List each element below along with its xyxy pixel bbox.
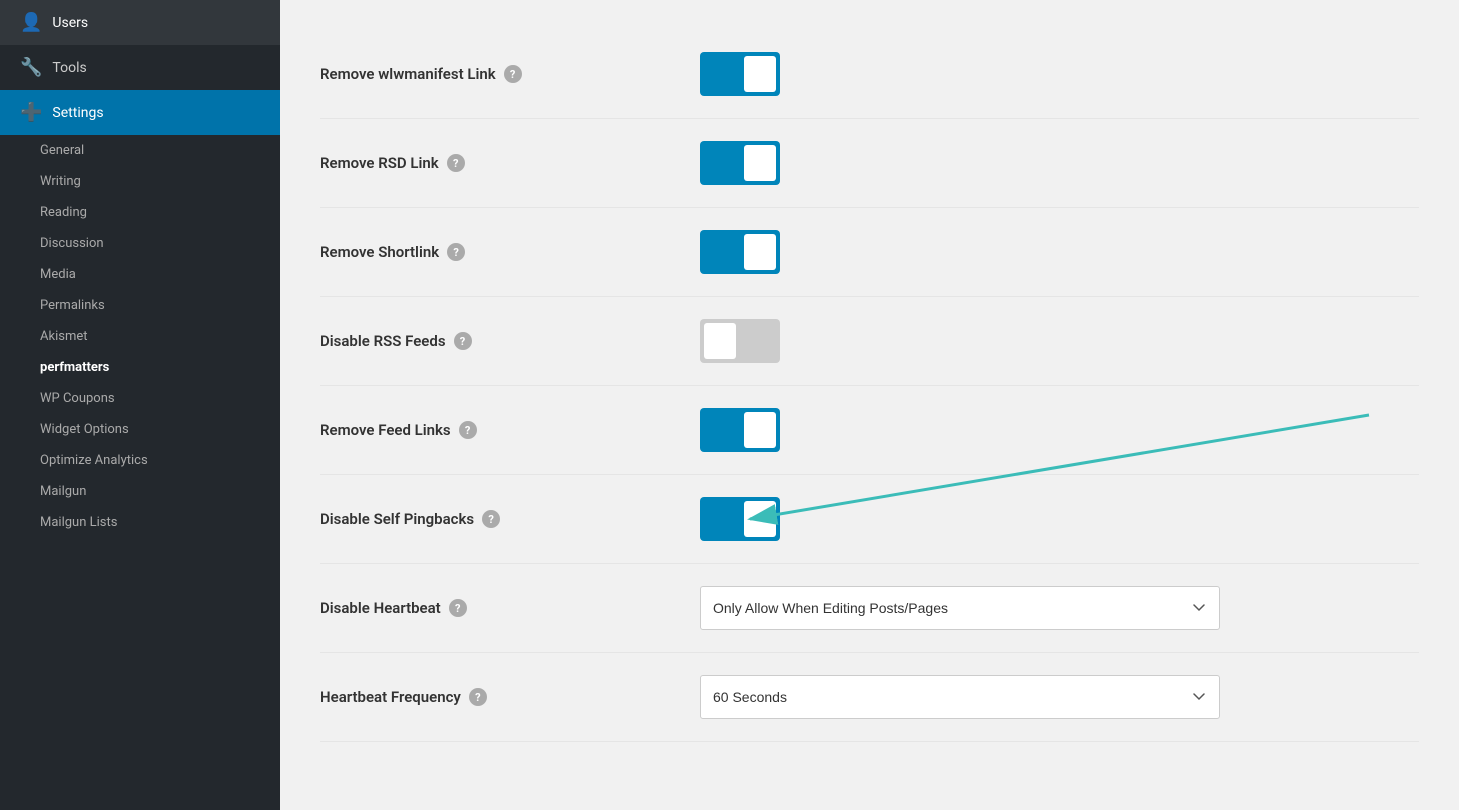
select-heartbeat-frequency[interactable]: 15 Seconds30 Seconds45 Seconds60 Seconds…	[700, 675, 1220, 719]
sidebar-sub-item-mailgun[interactable]: Mailgun	[0, 476, 280, 507]
help-icon-remove-shortlink[interactable]: ?	[447, 243, 465, 261]
sidebar-sub-item-discussion[interactable]: Discussion	[0, 228, 280, 259]
sidebar-sub-item-reading[interactable]: Reading	[0, 197, 280, 228]
settings-label-disable-rss-feeds: Disable RSS Feeds ?	[320, 332, 700, 350]
settings-row-disable-rss-feeds: Disable RSS Feeds ?	[320, 297, 1419, 386]
settings-row-remove-feed-links: Remove Feed Links ?	[320, 386, 1419, 475]
label-text-remove-shortlink: Remove Shortlink	[320, 243, 439, 261]
help-icon-disable-self-pingbacks[interactable]: ?	[482, 510, 500, 528]
sidebar-sub-item-perfmatters[interactable]: perfmatters	[0, 352, 280, 383]
sidebar-sub-item-akismet[interactable]: Akismet	[0, 321, 280, 352]
settings-row-disable-self-pingbacks: Disable Self Pingbacks ?	[320, 475, 1419, 564]
toggle-knob-remove-feed-links	[744, 412, 776, 448]
settings-label-remove-shortlink: Remove Shortlink ?	[320, 243, 700, 261]
help-icon-remove-rsd-link[interactable]: ?	[447, 154, 465, 172]
users-icon: 👤	[20, 12, 42, 33]
help-icon-remove-feed-links[interactable]: ?	[459, 421, 477, 439]
label-text-disable-rss-feeds: Disable RSS Feeds	[320, 332, 446, 350]
select-disable-heartbeat[interactable]: Only Allow When Editing Posts/PagesDisab…	[700, 586, 1220, 630]
sidebar-item-label: Settings	[52, 105, 103, 121]
sidebar-sub-item-media[interactable]: Media	[0, 259, 280, 290]
label-text-disable-heartbeat: Disable Heartbeat	[320, 599, 441, 617]
settings-label-remove-wlwmanifest: Remove wlwmanifest Link ?	[320, 65, 700, 83]
sidebar-sub-item-writing[interactable]: Writing	[0, 166, 280, 197]
sidebar-sub-item-permalinks[interactable]: Permalinks	[0, 290, 280, 321]
main-content: Remove wlwmanifest Link ? Remove RSD Lin…	[280, 0, 1459, 810]
settings-row-remove-shortlink: Remove Shortlink ?	[320, 208, 1419, 297]
sidebar-sub-item-mailgun-lists[interactable]: Mailgun Lists	[0, 507, 280, 538]
label-text-remove-feed-links: Remove Feed Links	[320, 421, 451, 439]
toggle-knob-disable-self-pingbacks	[744, 501, 776, 537]
settings-label-remove-feed-links: Remove Feed Links ?	[320, 421, 700, 439]
toggle-knob-remove-rsd-link	[744, 145, 776, 181]
sidebar: 👤 Users 🔧 Tools ➕ Settings GeneralWritin…	[0, 0, 280, 810]
sidebar-item-tools[interactable]: 🔧 Tools	[0, 45, 280, 90]
sidebar-item-label: Users	[52, 15, 88, 31]
toggle-disable-rss-feeds[interactable]	[700, 319, 780, 363]
help-icon-disable-heartbeat[interactable]: ?	[449, 599, 467, 617]
settings-label-disable-self-pingbacks: Disable Self Pingbacks ?	[320, 510, 700, 528]
sidebar-sub-item-widget-options[interactable]: Widget Options	[0, 414, 280, 445]
settings-label-heartbeat-frequency: Heartbeat Frequency ?	[320, 688, 700, 706]
help-icon-heartbeat-frequency[interactable]: ?	[469, 688, 487, 706]
label-text-heartbeat-frequency: Heartbeat Frequency	[320, 688, 461, 706]
settings-label-disable-heartbeat: Disable Heartbeat ?	[320, 599, 700, 617]
sidebar-sub-item-optimize-analytics[interactable]: Optimize Analytics	[0, 445, 280, 476]
sidebar-item-users[interactable]: 👤 Users	[0, 0, 280, 45]
toggle-remove-feed-links[interactable]	[700, 408, 780, 452]
toggle-disable-self-pingbacks[interactable]	[700, 497, 780, 541]
label-text-remove-wlwmanifest: Remove wlwmanifest Link	[320, 65, 496, 83]
settings-row-heartbeat-frequency: Heartbeat Frequency ? 15 Seconds30 Secon…	[320, 653, 1419, 742]
sidebar-sub-item-general[interactable]: General	[0, 135, 280, 166]
toggle-knob-remove-wlwmanifest	[744, 56, 776, 92]
help-icon-remove-wlwmanifest[interactable]: ?	[504, 65, 522, 83]
settings-label-remove-rsd-link: Remove RSD Link ?	[320, 154, 700, 172]
settings-row-disable-heartbeat: Disable Heartbeat ? Only Allow When Edit…	[320, 564, 1419, 653]
tools-icon: 🔧	[20, 57, 42, 78]
label-text-disable-self-pingbacks: Disable Self Pingbacks	[320, 510, 474, 528]
settings-row-remove-rsd-link: Remove RSD Link ?	[320, 119, 1419, 208]
toggle-knob-disable-rss-feeds	[704, 323, 736, 359]
sidebar-sub-item-wp-coupons[interactable]: WP Coupons	[0, 383, 280, 414]
toggle-knob-remove-shortlink	[744, 234, 776, 270]
toggle-remove-shortlink[interactable]	[700, 230, 780, 274]
sidebar-item-settings[interactable]: ➕ Settings	[0, 90, 280, 135]
help-icon-disable-rss-feeds[interactable]: ?	[454, 332, 472, 350]
settings-row-remove-wlwmanifest: Remove wlwmanifest Link ?	[320, 30, 1419, 119]
toggle-remove-wlwmanifest[interactable]	[700, 52, 780, 96]
toggle-remove-rsd-link[interactable]	[700, 141, 780, 185]
label-text-remove-rsd-link: Remove RSD Link	[320, 154, 439, 172]
settings-icon: ➕	[20, 102, 42, 123]
sidebar-item-label: Tools	[52, 60, 86, 76]
